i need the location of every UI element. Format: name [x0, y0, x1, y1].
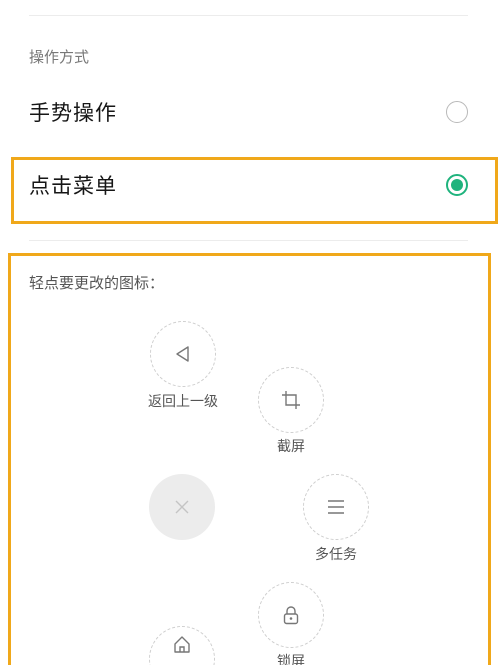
panel-title: 轻点要更改的图标： [29, 274, 165, 292]
radio-gesture[interactable] [446, 101, 468, 123]
close-button[interactable] [149, 474, 215, 540]
screenshot-button[interactable] [258, 367, 324, 433]
option-gesture-label: 手势操作 [29, 101, 117, 125]
highlight-box-panel [8, 253, 491, 665]
multitask-button[interactable] [303, 474, 369, 540]
radio-tap-menu[interactable] [446, 174, 468, 196]
top-divider [29, 15, 468, 16]
back-button[interactable] [150, 321, 216, 387]
lock-icon [283, 606, 299, 625]
lock-button-label: 锁屏 [277, 654, 305, 665]
lock-button[interactable] [258, 582, 324, 648]
middle-divider [29, 240, 468, 241]
back-button-label: 返回上一级 [148, 394, 218, 410]
close-x-icon [175, 500, 189, 514]
section-label: 操作方式 [29, 48, 90, 66]
crop-icon [282, 391, 300, 409]
option-gesture[interactable]: 手势操作 [29, 92, 468, 132]
option-tap-menu[interactable]: 点击菜单 [29, 165, 468, 205]
back-triangle-icon [176, 346, 189, 362]
screenshot-button-label: 截屏 [277, 439, 305, 455]
menu-lines-icon [328, 500, 344, 514]
multitask-button-label: 多任务 [315, 547, 357, 563]
option-tap-menu-label: 点击菜单 [29, 174, 117, 198]
home-icon [174, 636, 190, 653]
